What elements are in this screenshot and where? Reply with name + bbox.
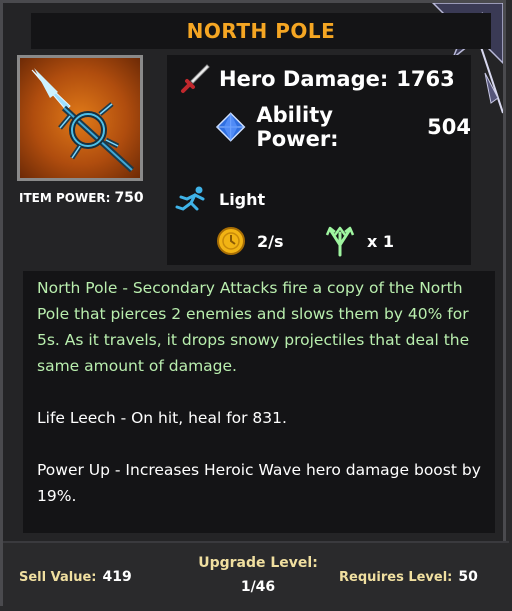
item-power-value: 750 [114, 190, 144, 206]
description-panel: North Pole - Secondary Attacks fire a co… [23, 271, 495, 533]
ability-power-row: Ability Power: 504 [215, 103, 471, 151]
stats-panel: Hero Damage: 1763 Ability Power: 504 Lig… [167, 55, 471, 265]
sword-icon [181, 64, 210, 93]
upgrade-level-label: Upgrade Level: [198, 555, 318, 571]
item-tooltip-panel: NORTH POLE ITEM POWER: 750 Hero Damage: 1… [0, 0, 509, 611]
requires-level: Requires Level: 50 [339, 569, 478, 585]
requires-level-label: Requires Level: [339, 570, 453, 585]
power-up-text: Power Up - Increases Heroic Wave hero da… [37, 461, 481, 505]
hero-damage-label: Hero Damage: [219, 67, 389, 91]
requires-level-value: 50 [458, 569, 478, 585]
upgrade-level-value: 1/46 [240, 579, 276, 595]
runner-icon [175, 186, 205, 211]
projectiles-row: x 1 [323, 225, 394, 257]
life-leech-text: Life Leech - On hit, heal for 831. [37, 409, 287, 427]
item-power: ITEM POWER: 750 [19, 190, 144, 206]
hero-damage-row: Hero Damage: 1763 [177, 61, 455, 97]
upgrade-level: Upgrade Level: 1/46 [173, 555, 343, 595]
item-title: NORTH POLE [186, 19, 336, 43]
attack-rate-value: 2/s [257, 231, 284, 251]
sell-value-label: Sell Value: [19, 570, 97, 585]
ability-power-value: 504 [427, 115, 471, 139]
ability-power-label: Ability Power: [256, 103, 339, 151]
trident-arrows-icon [325, 226, 355, 257]
sell-value-amount: 419 [102, 569, 132, 585]
item-image [17, 55, 143, 181]
ice-spear-icon [31, 68, 135, 173]
blue-gem-icon [215, 112, 246, 142]
attack-rate-row: 2/s [215, 225, 284, 257]
speed-label: Light [219, 189, 266, 209]
footer-bar: Sell Value: 419 Upgrade Level: 1/46 Requi… [3, 541, 509, 611]
item-power-label: ITEM POWER: [19, 191, 111, 205]
speed-row: Light [175, 185, 265, 213]
sell-value: Sell Value: 419 [19, 569, 132, 585]
hero-damage-value: 1763 [396, 67, 455, 91]
title-bar: NORTH POLE [31, 13, 491, 49]
flavor-description: North Pole - Secondary Attacks fire a co… [37, 279, 470, 375]
gold-coin-icon [217, 227, 245, 255]
projectiles-value: x 1 [367, 231, 395, 251]
